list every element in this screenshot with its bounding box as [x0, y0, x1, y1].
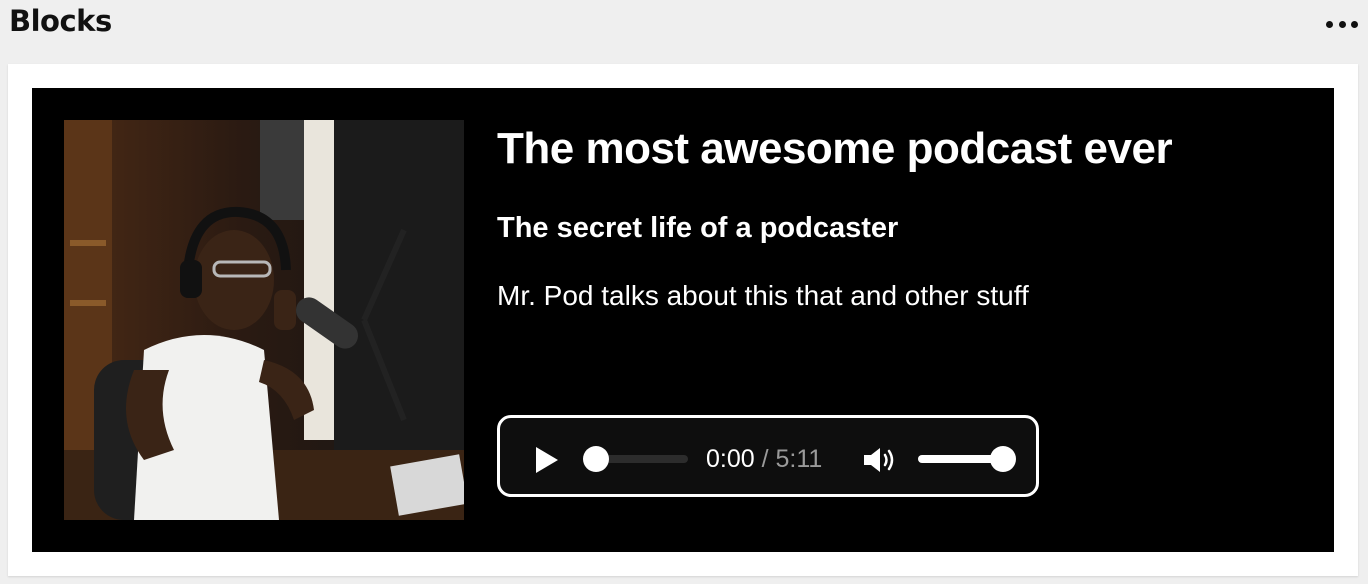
play-icon[interactable] — [534, 445, 560, 475]
page-header: Blocks — [0, 0, 1368, 46]
episode-title: The secret life of a podcaster — [497, 212, 899, 244]
page-title: Blocks — [9, 4, 112, 38]
block-card: The most awesome podcast ever The secret… — [8, 64, 1358, 576]
duration: 5:11 — [775, 445, 823, 473]
more-options-icon[interactable] — [1326, 16, 1358, 32]
volume-slider[interactable] — [918, 446, 1016, 472]
podcast-player-block: The most awesome podcast ever The secret… — [32, 88, 1334, 552]
time-separator: / — [761, 445, 769, 473]
episode-description: Mr. Pod talks about this that and other … — [497, 280, 1029, 311]
current-time: 0:00 — [706, 445, 755, 473]
cover-image — [64, 120, 464, 520]
seek-thumb[interactable] — [583, 446, 609, 472]
time-display: 0:00 / 5:11 — [706, 445, 822, 474]
audio-player: 0:00 / 5:11 — [497, 415, 1039, 497]
volume-icon[interactable] — [862, 445, 898, 475]
podcast-title: The most awesome podcast ever — [497, 124, 1173, 173]
volume-thumb[interactable] — [989, 446, 1016, 472]
seek-slider[interactable] — [583, 446, 688, 472]
